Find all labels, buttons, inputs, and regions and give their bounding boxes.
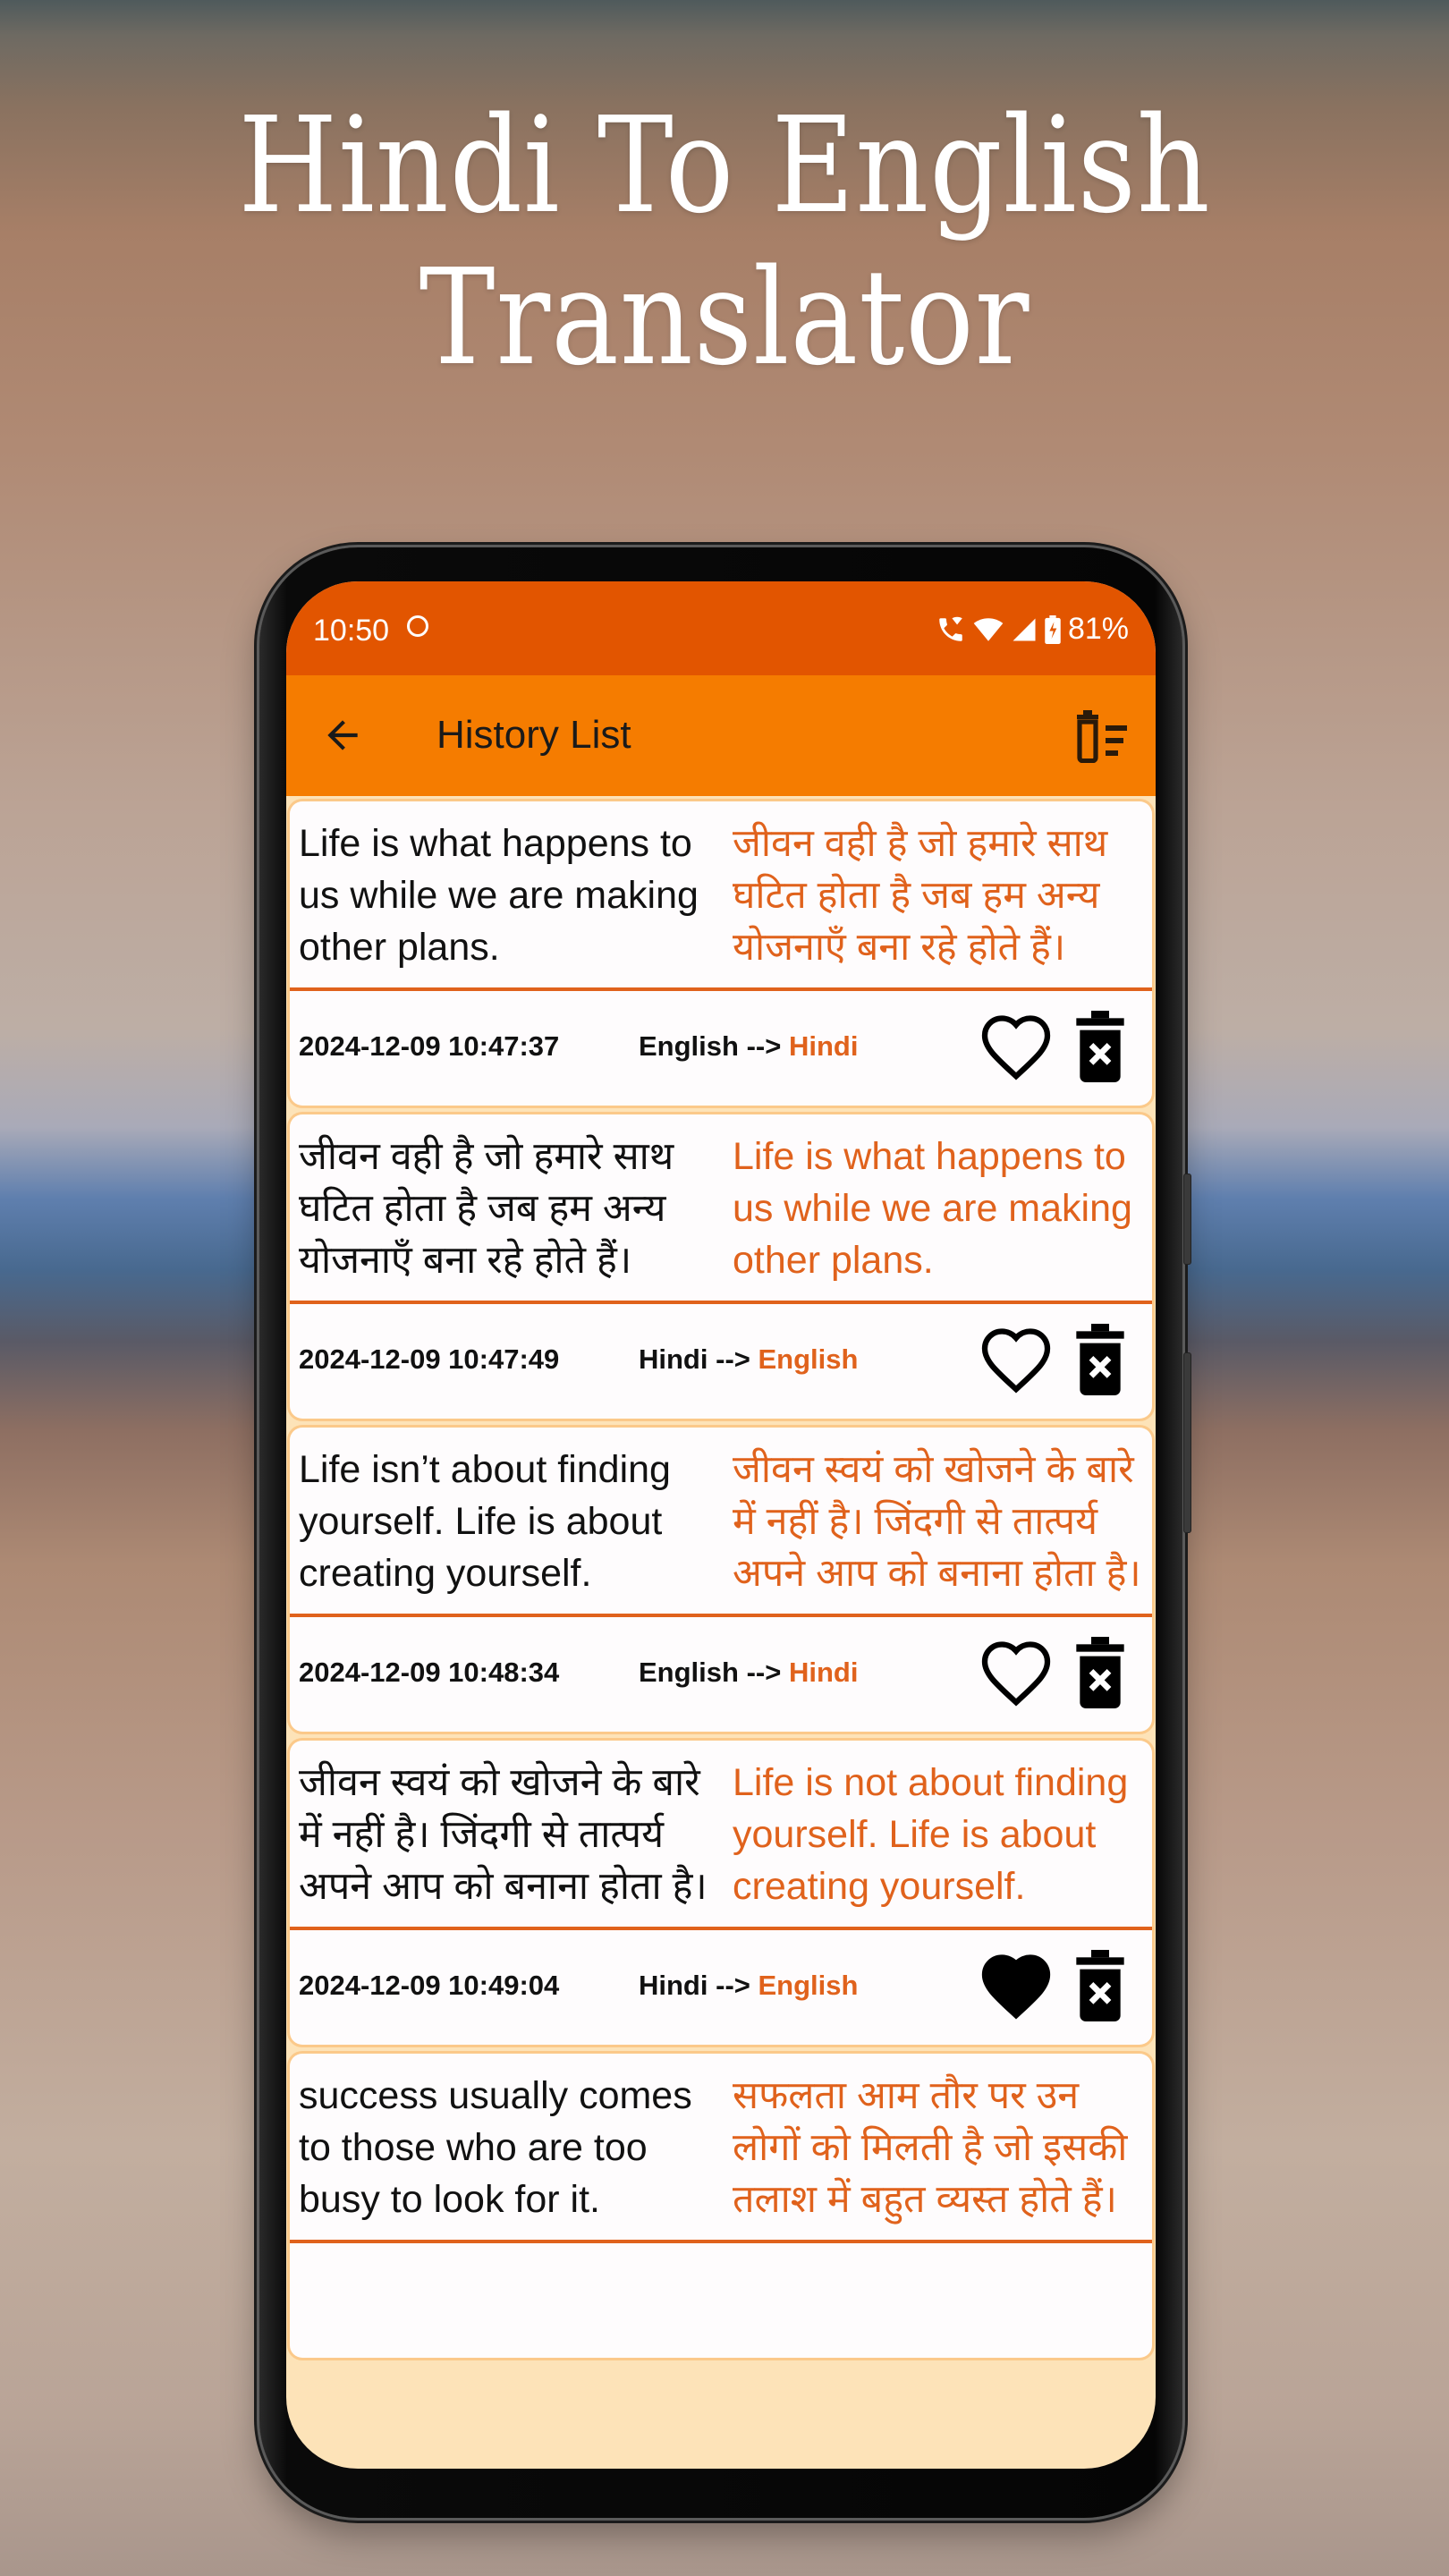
card-footer-partial	[290, 2243, 1152, 2358]
app-bar: History List	[286, 675, 1156, 796]
source-text: जीवन वही है जो हमारे साथ घटित होता है जब…	[299, 1135, 674, 1282]
trash-x-icon	[1076, 1011, 1124, 1082]
page-title: History List	[436, 713, 631, 757]
to-language: Hindi	[788, 1030, 859, 1062]
favorite-button[interactable]	[979, 1637, 1054, 1708]
signal-icon	[1013, 618, 1036, 640]
language-direction: Hindi --> English	[639, 1970, 858, 2002]
to-language: Hindi	[788, 1657, 859, 1688]
promo-title-line-2: Translator	[419, 241, 1030, 394]
direction-arrow: -->	[746, 1030, 782, 1062]
battery-charging-icon	[1045, 614, 1061, 644]
history-item[interactable]: जीवन स्वयं को खोजने के बारे में नहीं है।…	[290, 1741, 1152, 2045]
from-language: Hindi	[639, 1970, 708, 2001]
language-direction: English --> Hindi	[639, 1657, 858, 1689]
language-direction: Hindi --> English	[639, 1343, 858, 1376]
translated-text: जीवन स्वयं को खोजने के बारे में नहीं है।…	[733, 1448, 1141, 1595]
delete-sweep-icon	[1077, 710, 1127, 763]
history-item[interactable]: success usually comes to those who are t…	[290, 2054, 1152, 2358]
heart-filled-icon	[981, 1954, 1051, 2020]
timestamp: 2024-12-09 10:47:49	[299, 1343, 560, 1375]
status-icons: 81%	[936, 612, 1129, 647]
wifi-icon	[973, 617, 1004, 641]
to-language: English	[758, 1970, 859, 2001]
source-text: Life is what happens to us while we are …	[299, 822, 699, 969]
clear-history-button[interactable]	[1072, 709, 1129, 763]
heart-outline-icon	[981, 1328, 1051, 1394]
battery-percent: 81%	[1067, 612, 1129, 646]
back-button[interactable]	[320, 713, 365, 758]
direction-arrow: -->	[716, 1970, 750, 2001]
translated-text: सफलता आम तौर पर उन लोगों को मिलती है जो …	[733, 2074, 1128, 2221]
notification-circle-icon	[407, 615, 428, 637]
phone-power-button	[1183, 1352, 1191, 1533]
phone-frame: 10:50 81% History List Life is what happ…	[259, 547, 1191, 2518]
trash-x-icon	[1076, 1950, 1124, 2021]
history-item[interactable]: Life is what happens to us while we are …	[290, 801, 1152, 1106]
to-language: English	[758, 1343, 859, 1375]
from-language: Hindi	[639, 1343, 708, 1375]
heart-outline-icon	[981, 1641, 1051, 1707]
language-direction: English --> Hindi	[639, 1030, 858, 1063]
delete-item-button[interactable]	[1075, 1011, 1125, 1082]
translated-text: Life is not about finding yourself. Life…	[733, 1761, 1129, 1908]
delete-item-button[interactable]	[1075, 1637, 1125, 1708]
direction-arrow: -->	[716, 1343, 750, 1375]
history-item[interactable]: Life isn’t about finding yourself. Life …	[290, 1428, 1152, 1732]
history-list: Life is what happens to us while we are …	[286, 796, 1156, 2358]
promo-title-line-1: Hindi To English	[238, 89, 1211, 242]
timestamp: 2024-12-09 10:48:34	[299, 1657, 560, 1688]
timestamp: 2024-12-09 10:47:37	[299, 1030, 560, 1062]
wifi-call-icon	[939, 616, 962, 641]
trash-x-icon	[1076, 1324, 1124, 1395]
phone-volume-button	[1183, 1174, 1191, 1265]
source-text: Life isn’t about finding yourself. Life …	[299, 1448, 671, 1595]
from-language: English	[639, 1657, 739, 1688]
status-time: 10:50	[313, 614, 390, 648]
favorite-button[interactable]	[979, 1950, 1054, 2021]
delete-item-button[interactable]	[1075, 1324, 1125, 1395]
direction-arrow: -->	[746, 1657, 782, 1688]
source-text: जीवन स्वयं को खोजने के बारे में नहीं है।…	[299, 1761, 708, 1908]
timestamp: 2024-12-09 10:49:04	[299, 1970, 560, 2001]
promo-title: Hindi To English Translator	[101, 89, 1347, 394]
phone-screen: 10:50 81% History List Life is what happ…	[286, 581, 1156, 2469]
favorite-button[interactable]	[979, 1011, 1054, 1082]
trash-x-icon	[1076, 1637, 1124, 1708]
source-text: success usually comes to those who are t…	[299, 2074, 692, 2221]
status-bar: 10:50 81%	[286, 581, 1156, 675]
history-item[interactable]: जीवन वही है जो हमारे साथ घटित होता है जब…	[290, 1114, 1152, 1419]
delete-item-button[interactable]	[1075, 1950, 1125, 2021]
from-language: English	[639, 1030, 739, 1062]
favorite-button[interactable]	[979, 1324, 1054, 1395]
translated-text: जीवन वही है जो हमारे साथ घटित होता है जब…	[733, 822, 1108, 969]
heart-outline-icon	[981, 1015, 1051, 1080]
translated-text: Life is what happens to us while we are …	[733, 1135, 1132, 1282]
